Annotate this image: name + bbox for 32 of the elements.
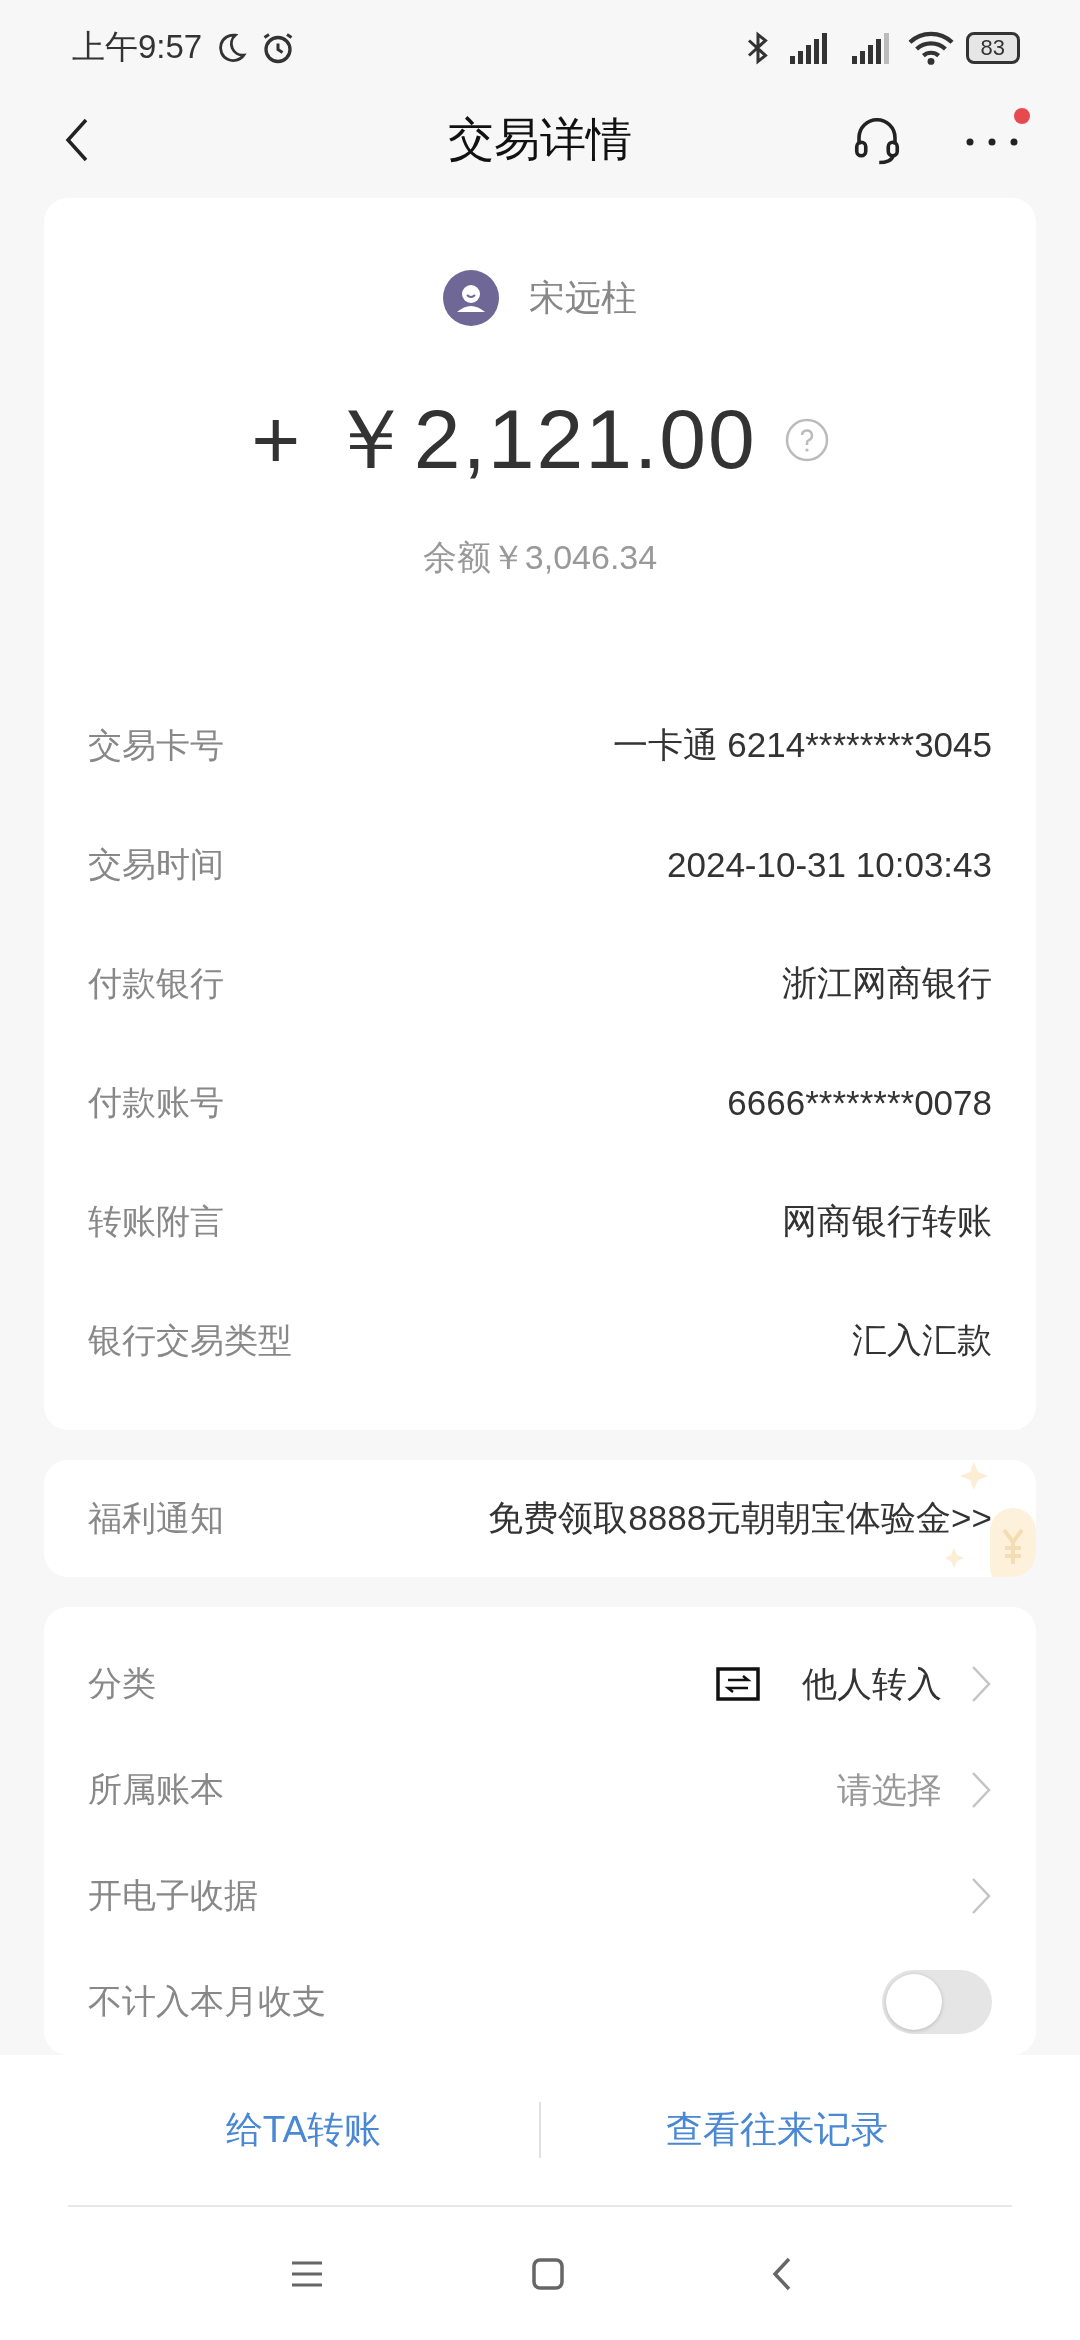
battery-indicator: 83 bbox=[965, 31, 1020, 64]
detail-label: 转账附言 bbox=[88, 1200, 224, 1242]
setting-label: 不计入本月收支 bbox=[88, 1981, 326, 2022]
balance: 余额￥3,046.34 bbox=[422, 537, 658, 578]
detail-value: 6666********0078 bbox=[727, 1082, 992, 1123]
status-time: 上午9:57 bbox=[72, 27, 203, 67]
detail-label: 付款银行 bbox=[88, 962, 224, 1004]
wifi-icon bbox=[907, 29, 954, 66]
detail-value: 网商银行转账 bbox=[782, 1200, 992, 1242]
detail-label: 付款账号 bbox=[88, 1081, 224, 1123]
category-value[interactable]: 他人转入 bbox=[802, 1660, 942, 1708]
setting-label: 所属账本 bbox=[88, 1769, 224, 1810]
detail-label: 银行交易类型 bbox=[88, 1319, 292, 1361]
action-link[interactable]: 查看往来记录 bbox=[541, 2105, 1012, 2155]
detail-value: 汇入汇款 bbox=[852, 1319, 992, 1361]
setting-label: 分类 bbox=[88, 1663, 156, 1704]
page-title: 交易详情 bbox=[447, 112, 633, 167]
action-link[interactable]: 给TA转账 bbox=[68, 2105, 539, 2155]
transfer-icon bbox=[716, 1667, 760, 1701]
detail-value: 一卡通 6214********3045 bbox=[612, 724, 992, 766]
select-placeholder[interactable]: 请选择 bbox=[837, 1766, 942, 1814]
detail-label: 交易卡号 bbox=[88, 724, 224, 766]
detail-value: 2024-10-31 10:03:43 bbox=[667, 844, 992, 885]
payer-name: 宋远柱 bbox=[529, 275, 637, 320]
promo-link[interactable]: 免费领取8888元朝朝宝体验金>> bbox=[488, 1495, 992, 1542]
setting-label: 开电子收据 bbox=[88, 1875, 258, 1916]
avatar-icon bbox=[443, 270, 499, 326]
home-icon[interactable] bbox=[530, 2256, 565, 2291]
promo-label: 福利通知 bbox=[88, 1497, 224, 1539]
amount: + ￥2,121.00 bbox=[251, 391, 757, 488]
detail-value: 浙江网商银行 bbox=[782, 962, 992, 1004]
detail-label: 交易时间 bbox=[88, 843, 224, 885]
